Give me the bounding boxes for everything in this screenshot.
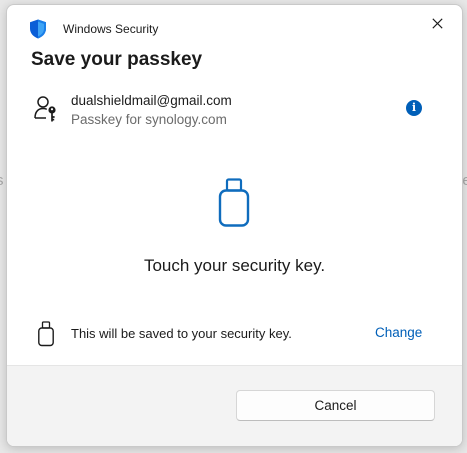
change-link[interactable]: Change	[375, 325, 422, 340]
close-button[interactable]	[421, 11, 453, 39]
touch-key-instruction: Touch your security key.	[143, 256, 326, 275]
passkey-site-subtitle: Passkey for synology.com	[71, 112, 227, 127]
person-key-icon	[33, 95, 61, 123]
title-bar: Windows Security	[7, 5, 462, 51]
windows-security-dialog: Windows Security Save your passkey duals…	[6, 4, 463, 447]
usb-key-small-icon	[37, 321, 55, 347]
info-icon[interactable]: i	[406, 100, 422, 116]
dialog-footer: Cancel	[7, 365, 462, 446]
app-title: Windows Security	[63, 22, 159, 36]
account-email: dualshieldmail@gmail.com	[71, 93, 232, 108]
shield-icon	[29, 19, 47, 39]
dialog-heading: Save your passkey	[31, 49, 203, 70]
background-text-fragment-left: s	[0, 172, 4, 189]
close-icon	[431, 16, 443, 34]
save-location-text: This will be saved to your security key.	[71, 326, 292, 341]
usb-security-key-icon	[217, 178, 251, 228]
cancel-button[interactable]: Cancel	[236, 390, 435, 421]
